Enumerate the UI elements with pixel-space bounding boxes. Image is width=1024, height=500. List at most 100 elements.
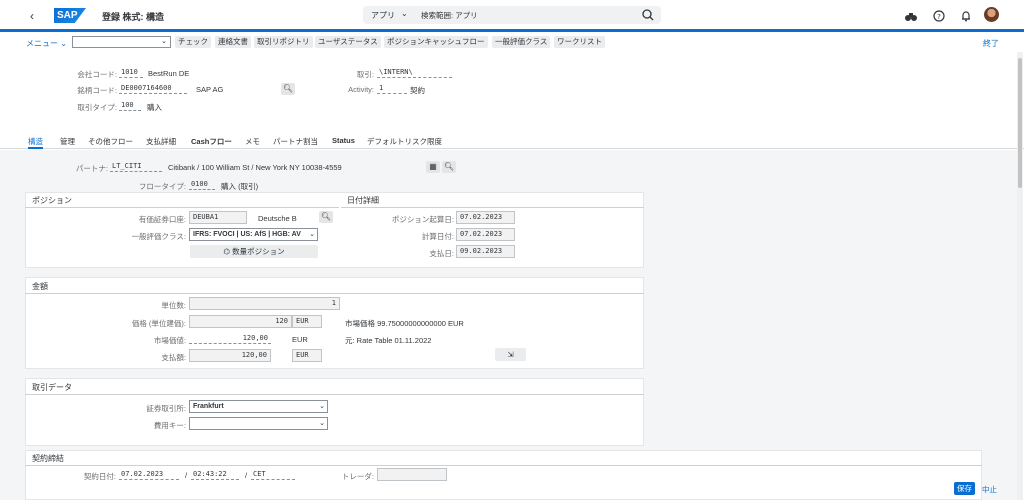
tab-bar: 構造 管理 その他フロー 支払詳細 Cashフロー メモ パートナ割当 Stat… xyxy=(0,133,1024,149)
search-icon[interactable] xyxy=(641,8,655,22)
transaction-repository-button[interactable]: 取引リポジトリ xyxy=(254,36,313,48)
security-id-field[interactable]: DE0007164600 xyxy=(119,82,187,94)
payment-amount-field[interactable]: 120,00 xyxy=(189,349,271,362)
calculation-date-field[interactable]: 07.02.2023 xyxy=(456,228,515,241)
fee-key-label: 費用キー: xyxy=(153,421,186,430)
divider xyxy=(25,207,339,208)
transaction-label: 取引: xyxy=(356,70,374,79)
scrollbar-thumb[interactable] xyxy=(1018,58,1022,188)
flow-type-label: フロータイプ: xyxy=(138,182,186,191)
units-label: 単位数: xyxy=(161,301,186,310)
toolbar-select[interactable]: ⌄ xyxy=(72,36,171,48)
tab-status[interactable]: Status xyxy=(332,136,355,145)
avatar[interactable] xyxy=(984,7,999,22)
partner-address: Citibank / 100 William St / New York NY … xyxy=(168,163,342,172)
security-name: SAP AG xyxy=(196,85,224,94)
search-scope[interactable]: アプリ xyxy=(371,10,395,21)
market-value-field[interactable]: 120,00 xyxy=(189,332,271,344)
chevron-down-icon: ⌄ xyxy=(309,229,315,240)
tab-structure[interactable]: 構造 xyxy=(28,136,43,149)
partner-field[interactable]: LT_CITI xyxy=(110,160,162,172)
tab-default-risk-limit[interactable]: デフォルトリスク限度 xyxy=(367,136,442,147)
exchange-label: 証券取引所: xyxy=(146,404,186,413)
worklist-button[interactable]: ワークリスト xyxy=(554,36,605,48)
quantity-position-label: 数量ポジション xyxy=(232,247,285,256)
trade-data-title: 取引データ xyxy=(32,383,72,392)
activity-text: 契約 xyxy=(410,86,425,95)
contract-time-field[interactable]: 02:43:22 xyxy=(191,468,239,480)
contract-title: 契約締結 xyxy=(32,454,64,463)
position-panel xyxy=(25,192,644,268)
tab-memo[interactable]: メモ xyxy=(245,136,260,147)
search-icon[interactable]: 🔍︎ xyxy=(281,83,295,95)
quantity-position-button[interactable]: ⌬ 数量ポジション xyxy=(190,245,318,258)
company-code-field[interactable]: 1010 xyxy=(119,66,143,78)
trader-field[interactable] xyxy=(377,468,447,481)
calculation-date-label: 計算日付: xyxy=(421,232,454,241)
chevron-down-icon: ⌄ xyxy=(161,38,167,45)
tab-admin[interactable]: 管理 xyxy=(60,136,75,147)
amount-title: 金額 xyxy=(32,282,48,291)
help-icon[interactable]: ? xyxy=(932,9,946,23)
valuation-class-label: 一般評価クラス: xyxy=(131,232,186,241)
export-icon[interactable]: ⇲ xyxy=(495,348,526,361)
calculator-icon[interactable]: ▦ xyxy=(426,161,440,173)
bell-icon[interactable] xyxy=(959,9,973,23)
valuation-class-button[interactable]: 一般評価クラス xyxy=(492,36,551,48)
market-value-label: 市場価値: xyxy=(153,336,186,345)
security-id-label: 銘柄コード: xyxy=(77,86,117,95)
transaction-field[interactable]: \INTERN\ xyxy=(377,66,452,78)
valuation-class-value: IFRS: FVOCI | US: AfS | HGB: AV xyxy=(193,231,301,238)
chevron-down-icon: ⌄ xyxy=(319,401,325,412)
separator: / xyxy=(245,471,248,480)
trader-label: トレーダ: xyxy=(341,472,374,481)
activity-label: Activity: xyxy=(348,85,374,94)
search-bar[interactable]: アプリ ⌄ 検索範囲: アプリ xyxy=(363,6,661,24)
chevron-down-icon[interactable]: ⌄ xyxy=(401,9,408,18)
securities-account-label: 有価証券口座: xyxy=(138,215,186,224)
transaction-type-field[interactable]: 100 xyxy=(119,99,141,111)
flow-type-field[interactable]: 0100 xyxy=(189,178,215,190)
search-input[interactable]: 検索範囲: アプリ xyxy=(421,10,478,21)
dates-title: 日付詳細 xyxy=(347,196,379,205)
timezone-field[interactable]: CET xyxy=(251,468,295,480)
contract-date-field[interactable]: 07.02.2023 xyxy=(119,468,179,480)
check-button[interactable]: チェック xyxy=(175,36,211,48)
binoculars-icon[interactable] xyxy=(904,9,918,23)
rate-source-text: 元: Rate Table 01.11.2022 xyxy=(345,336,432,345)
exchange-select[interactable]: Frankfurt ⌄ xyxy=(189,400,328,413)
market-value-currency: EUR xyxy=(292,335,308,344)
contract-date-label: 契約日付: xyxy=(83,472,116,481)
price-currency-field[interactable]: EUR xyxy=(292,315,322,328)
position-date-label: ポジション起算日: xyxy=(391,215,454,224)
correspondence-button[interactable]: 連絡文書 xyxy=(215,36,251,48)
menu-button[interactable]: メニュー ⌄ xyxy=(26,38,67,49)
tab-payment-details[interactable]: 支払詳細 xyxy=(146,136,176,147)
exit-button[interactable]: 終了 xyxy=(983,38,999,49)
scrollbar[interactable] xyxy=(1017,52,1023,500)
save-button[interactable]: 保存 xyxy=(954,482,975,495)
valuation-class-select[interactable]: IFRS: FVOCI | US: AfS | HGB: AV ⌄ xyxy=(189,228,318,241)
position-date-field[interactable]: 07.02.2023 xyxy=(456,211,515,224)
securities-account-text: Deutsche B xyxy=(258,214,297,223)
search-icon[interactable]: 🔍︎ xyxy=(442,161,456,173)
activity-field[interactable]: 1 xyxy=(377,82,407,94)
price-label: 価格 (単位建価): xyxy=(131,319,186,328)
units-field[interactable]: 1 xyxy=(189,297,340,310)
divider xyxy=(25,293,644,294)
payment-currency-field[interactable]: EUR xyxy=(292,349,322,362)
search-icon[interactable]: 🔍︎ xyxy=(319,211,333,223)
sap-logo[interactable]: SAP xyxy=(54,8,86,23)
tab-other-flows[interactable]: その他フロー xyxy=(88,136,133,147)
price-field[interactable]: 120 xyxy=(189,315,292,328)
fee-key-select[interactable]: ⌄ xyxy=(189,417,328,430)
tab-cashflow[interactable]: Cashフロー xyxy=(191,136,232,147)
cancel-button[interactable]: 中止 xyxy=(982,484,997,495)
back-icon[interactable]: ‹ xyxy=(30,9,34,23)
tab-partner-assignment[interactable]: パートナ割当 xyxy=(273,136,318,147)
company-name: BestRun DE xyxy=(148,69,190,78)
user-status-button[interactable]: ユーザステータス xyxy=(315,36,381,48)
payment-date-field[interactable]: 09.02.2023 xyxy=(456,245,515,258)
position-cashflow-button[interactable]: ポジションキャッシュフロー xyxy=(384,36,488,48)
securities-account-field[interactable]: DEUBA1 xyxy=(189,211,247,224)
